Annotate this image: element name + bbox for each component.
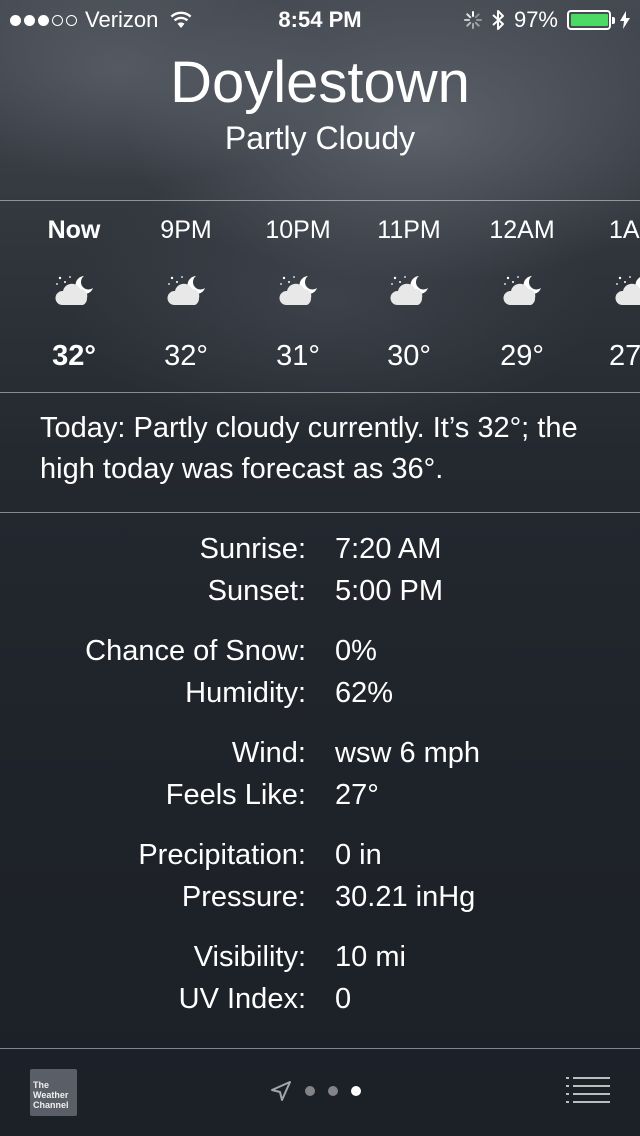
hour-time: 11PM [377,216,441,244]
partly-cloudy-night-icon [615,276,640,305]
detail-label: Humidity: [185,677,306,709]
partly-cloudy-night-icon [55,276,93,305]
hour-temp: 32° [164,340,208,372]
hour-time: 12AM [489,216,555,244]
logo-text-line: Weather [33,1090,69,1100]
detail-label: Visibility: [193,941,306,973]
detail-value: 30.21 inHg [335,881,476,913]
partly-cloudy-night-icon [167,276,205,305]
partly-cloudy-night-icon [390,276,428,305]
detail-row-chance-of-snow: Chance of Snow: 0% [0,630,640,672]
detail-label: Chance of Snow: [85,635,306,667]
detail-row-pressure: Pressure: 30.21 inHg [0,876,640,918]
battery-percent: 97% [513,7,558,32]
hour-time: Now [47,216,101,244]
battery-nub [612,17,615,24]
detail-value: 0 in [335,839,382,871]
city-list-icon[interactable] [566,1076,610,1104]
hourly-item: 11PM 30° [353,201,465,391]
hourly-item: 12AM 29° [466,201,578,391]
detail-value: 5:00 PM [335,575,443,607]
hourly-forecast[interactable]: Now 32° 9PM 32° 10PM 31° 11PM 30° 12AM 2… [0,201,640,391]
hour-temp: 31° [276,340,320,372]
activity-spinner-icon [463,11,482,29]
current-condition: Partly Cloudy [224,120,416,156]
hour-temp: 27° [609,340,640,372]
divider [0,512,640,513]
detail-value: 0% [335,635,377,667]
hourly-item: 9PM 32° [130,201,242,391]
status-bar: Verizon 8:54 PM 97% [0,0,640,40]
detail-value: wsw 6 mph [335,737,481,769]
weather-channel-logo[interactable]: The Weather Channel [30,1069,77,1116]
detail-row-humidity: Humidity: 62% [0,672,640,714]
hourly-item: 10PM 31° [242,201,354,391]
daily-summary: Today: Partly cloudy currently. It’s 32°… [40,412,578,485]
detail-row-wind: Wind: wsw 6 mph [0,732,640,774]
detail-label: Pressure: [181,881,306,913]
status-right: 97% [463,0,630,40]
battery-icon [567,10,615,30]
detail-value: 0 [335,983,352,1015]
divider [0,1048,640,1049]
page-dot [328,1086,338,1096]
page-dot [305,1086,315,1096]
detail-label: UV Index: [178,983,306,1015]
detail-value: 7:20 AM [335,533,442,565]
city-name: Doylestown [170,50,470,115]
detail-row-visibility: Visibility: 10 mi [0,936,640,978]
detail-row-sunrise: Sunrise: 7:20 AM [0,528,640,570]
detail-row-uv-index: UV Index: 0 [0,978,640,1020]
detail-label: Precipitation: [138,839,306,871]
detail-value: 10 mi [335,941,406,973]
bluetooth-icon [492,10,504,30]
hour-temp: 30° [387,340,431,372]
detail-label: Sunset: [207,575,306,607]
detail-label: Feels Like: [165,779,306,811]
partly-cloudy-night-icon [279,276,317,305]
hourly-item: Now 32° [18,201,130,391]
detail-row-precipitation: Precipitation: 0 in [0,834,640,876]
hour-temp: 32° [52,340,96,372]
logo-text-line: Channel [33,1100,69,1110]
detail-row-sunset: Sunset: 5:00 PM [0,570,640,612]
hourly-item: 1AM 27° [578,201,640,391]
hour-time: 1AM [609,216,640,244]
page-dot-active [351,1086,361,1096]
partly-cloudy-night-icon [503,276,541,305]
battery-fill [571,14,608,26]
hour-time: 9PM [160,216,212,244]
logo-text-line: The [33,1080,50,1090]
hour-temp: 29° [500,340,544,372]
detail-value: 62% [335,677,394,709]
page-indicator[interactable] [270,1076,361,1106]
weather-screen: Verizon 8:54 PM 97% Doylestown Partly Cl… [0,0,640,1136]
charging-bolt-icon [620,11,630,29]
detail-value: 27° [335,779,379,811]
location-arrow-icon [271,1081,291,1101]
divider [0,392,640,393]
hour-time: 10PM [265,216,331,244]
detail-row-feels-like: Feels Like: 27° [0,774,640,816]
detail-label: Sunrise: [199,533,306,565]
detail-label: Wind: [231,737,306,769]
